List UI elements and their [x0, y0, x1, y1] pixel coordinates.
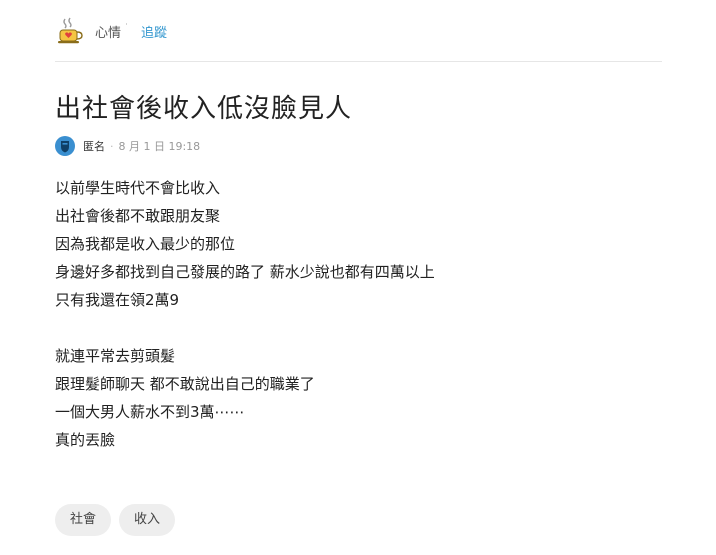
body-line: 一個大男人薪水不到3萬⋯⋯ [55, 403, 245, 421]
body-line: 真的丟臉 [55, 431, 116, 449]
body-line: 以前學生時代不會比收入 [55, 179, 221, 197]
body-line-blank [55, 314, 655, 342]
body-line: 只有我還在領2萬9 [55, 291, 180, 309]
follow-button[interactable]: 追蹤 [141, 22, 167, 41]
body-line: 就連平常去剪頭髮 [55, 347, 176, 365]
forum-dot: ˙ [124, 22, 130, 34]
body-line: 身邊好多都找到自己發展的路了 薪水少說也都有四萬以上 [55, 263, 435, 281]
tag-income[interactable]: 收入 [119, 504, 176, 536]
tag-list: 社會 收入 [55, 504, 183, 536]
body-line: 因為我都是收入最少的那位 [55, 235, 236, 253]
forum-name[interactable]: 心情 [95, 22, 121, 41]
forum-header: 心情 ˙ 追蹤 [55, 16, 167, 46]
body-line: 出社會後都不敢跟朋友聚 [55, 207, 221, 225]
coffee-cup-heart-icon[interactable] [55, 16, 85, 46]
post-page: 心情 ˙ 追蹤 出社會後收入低沒臉見人 匿名 · 8 月 1 日 19:18 以… [0, 0, 716, 555]
post-meta: 匿名 · 8 月 1 日 19:18 [55, 135, 200, 157]
avatar-icon[interactable] [55, 136, 75, 156]
header-divider [55, 61, 662, 62]
post-body: 以前學生時代不會比收入 出社會後都不敢跟朋友聚 因為我都是收入最少的那位 身邊好… [55, 174, 655, 454]
author-name: 匿名 [83, 140, 105, 153]
meta-separator: · [110, 139, 114, 153]
post-time: 8 月 1 日 19:18 [118, 140, 201, 153]
body-line: 跟理髮師聊天 都不敢說出自己的職業了 [55, 375, 315, 393]
tag-society[interactable]: 社會 [55, 504, 112, 536]
post-title: 出社會後收入低沒臉見人 [55, 94, 353, 124]
